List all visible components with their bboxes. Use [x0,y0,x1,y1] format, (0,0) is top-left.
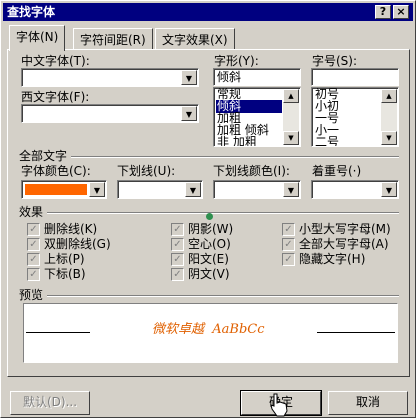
emphasis-mark-combobox[interactable]: ▼ [311,180,399,199]
superscript-checkbox[interactable]: ✓ [27,253,40,266]
strikethrough-label: 删除线(K) [44,222,98,236]
font-color-dropdown-arrow-icon[interactable]: ▼ [89,182,105,197]
font-color-combobox[interactable]: ▼ [21,180,107,199]
hand-pointer-cursor-icon [270,393,288,417]
font-size-listbox[interactable]: 初号 小初 一号 小一 二号 ▲ ▼ [311,87,399,147]
scroll-down-arrow-icon[interactable]: ▼ [283,131,299,145]
hidden-text-label: 隐藏文字(H) [299,252,366,266]
small-caps-label: 小型大写字母(M) [299,222,391,236]
preview-group-label: 预览 [19,288,44,302]
font-style-option[interactable]: 非 加粗 [216,136,257,147]
underline-color-label: 下划线颜色(I): [213,164,290,178]
cursor-dot-icon [206,213,213,220]
tab-font[interactable]: 字体(N) [9,25,66,51]
font-style-scrollbar[interactable]: ▲ ▼ [283,89,299,145]
font-style-value: 倾斜 [217,70,242,84]
emphasis-mark-label: 着重号(·) [312,164,362,178]
scroll-up-arrow-icon[interactable]: ▲ [283,89,299,103]
font-size-option[interactable]: 二号 [314,136,339,147]
outline-checkbox[interactable]: ✓ [171,238,184,251]
underline-combobox[interactable]: ▼ [117,180,203,199]
font-size-scrollbar[interactable]: ▲ ▼ [381,89,397,145]
tab-character-spacing[interactable]: 字符间距(R) [73,28,153,50]
preview-sample-text: 微软卓越 AaBbCc [152,322,265,337]
strikethrough-checkbox[interactable]: ✓ [27,223,40,236]
cancel-button[interactable]: 取消 [328,391,408,415]
preview-baseline-left [26,332,90,333]
emboss-checkbox[interactable]: ✓ [171,253,184,266]
hidden-text-checkbox[interactable]: ✓ [282,253,295,266]
engrave-label: 阴文(V) [188,267,230,281]
all-caps-checkbox[interactable]: ✓ [282,238,295,251]
font-style-input[interactable]: 倾斜 [213,68,301,86]
close-button[interactable]: × [393,5,409,19]
font-size-label: 字号(S): [312,54,358,68]
shadow-checkbox[interactable]: ✓ [171,223,184,236]
underline-color-dropdown-arrow-icon[interactable]: ▼ [283,182,299,197]
help-button[interactable]: ? [375,5,391,19]
western-font-dropdown-arrow-icon[interactable]: ▼ [181,106,197,121]
effects-group-label: 效果 [19,205,44,219]
scroll-down-arrow-icon[interactable]: ▼ [381,131,397,145]
outline-label: 空心(O) [188,237,231,251]
double-strikethrough-checkbox[interactable]: ✓ [27,238,40,251]
chinese-font-dropdown-arrow-icon[interactable]: ▼ [181,70,197,85]
preview-divider [47,295,399,297]
preview-baseline-right [317,332,395,333]
underline-dropdown-arrow-icon[interactable]: ▼ [185,182,201,197]
all-text-group-label: 全部文字 [19,149,68,163]
font-size-input[interactable] [311,68,399,86]
tab-text-effects[interactable]: 文字效果(X) [155,28,235,50]
font-style-listbox[interactable]: 常规 倾斜 加粗 加粗 倾斜 非 加粗 ▲ ▼ [213,87,301,147]
preview-box: 微软卓越 AaBbCc [23,303,398,363]
scroll-up-arrow-icon[interactable]: ▲ [381,89,397,103]
superscript-label: 上标(P) [44,252,85,266]
double-strikethrough-label: 双删除线(G) [44,237,111,251]
window-title: 查找字体 [7,5,56,19]
emphasis-mark-dropdown-arrow-icon[interactable]: ▼ [381,182,397,197]
subscript-label: 下标(B) [44,267,86,281]
font-color-label: 字体颜色(C): [21,164,91,178]
underline-label: 下划线(U): [117,164,176,178]
emboss-label: 阳文(E) [188,252,229,266]
shadow-label: 阴影(W) [188,222,234,236]
western-font-combobox[interactable]: ▼ [21,104,199,123]
engrave-checkbox[interactable]: ✓ [171,268,184,281]
western-font-label: 西文字体(F): [21,90,90,104]
title-bar: 查找字体 ? × [3,3,413,21]
find-font-dialog: 查找字体 ? × 字体(N) 字符间距(R) 文字效果(X) 中文字体(T): … [0,0,416,418]
all-caps-label: 全部大写字母(A) [299,237,389,251]
default-button[interactable]: 默认(D)... [10,391,90,415]
chinese-font-combobox[interactable]: ▼ [21,68,199,87]
small-caps-checkbox[interactable]: ✓ [282,223,295,236]
font-style-label: 字形(Y): [214,54,259,68]
subscript-checkbox[interactable]: ✓ [27,268,40,281]
underline-color-combobox[interactable]: ▼ [213,180,301,199]
chinese-font-label: 中文字体(T): [21,54,90,68]
all-text-divider [71,156,399,158]
effects-divider [47,212,399,214]
font-color-swatch [25,184,87,195]
